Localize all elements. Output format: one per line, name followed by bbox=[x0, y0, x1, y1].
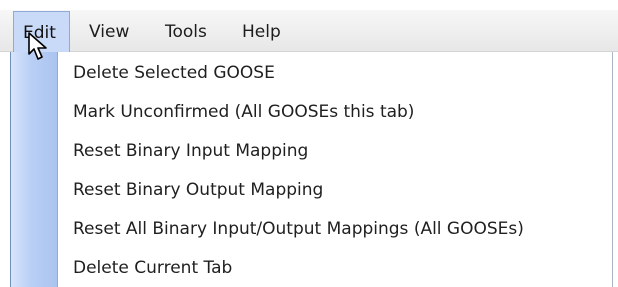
menu-item-reset-all-binary-mappings[interactable]: Reset All Binary Input/Output Mappings (… bbox=[73, 219, 524, 239]
menu-edit-label: Edit bbox=[23, 23, 56, 43]
menu-edit[interactable]: Edit bbox=[13, 11, 70, 53]
menu-gutter-separator bbox=[59, 52, 60, 287]
menu-help[interactable]: Help bbox=[242, 22, 281, 42]
edit-dropdown-menu: Delete Selected GOOSE Mark Unconfirmed (… bbox=[10, 52, 613, 287]
menu-item-mark-unconfirmed[interactable]: Mark Unconfirmed (All GOOSEs this tab) bbox=[73, 102, 414, 122]
menu-tools[interactable]: Tools bbox=[165, 22, 207, 42]
menu-item-reset-binary-input-mapping[interactable]: Reset Binary Input Mapping bbox=[73, 141, 308, 161]
menu-item-delete-current-tab[interactable]: Delete Current Tab bbox=[73, 258, 232, 278]
menu-view[interactable]: View bbox=[89, 22, 129, 42]
menu-bar: Edit View Tools Help bbox=[0, 10, 618, 53]
menu-item-delete-selected-goose[interactable]: Delete Selected GOOSE bbox=[73, 63, 275, 83]
menu-item-reset-binary-output-mapping[interactable]: Reset Binary Output Mapping bbox=[73, 180, 323, 200]
menu-icon-gutter bbox=[11, 52, 58, 287]
